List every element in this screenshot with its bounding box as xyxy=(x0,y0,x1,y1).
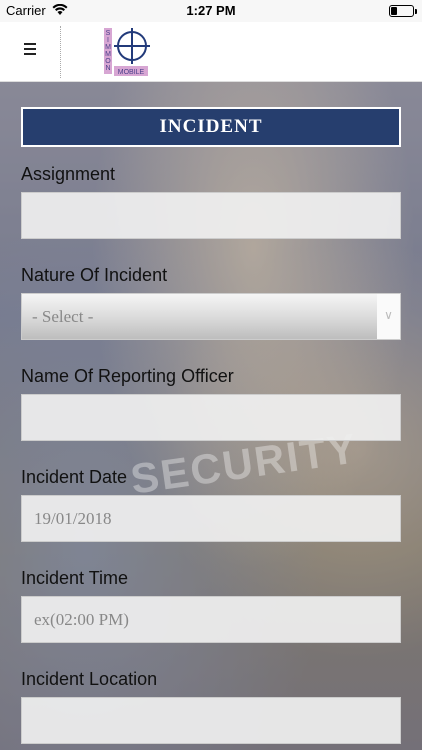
assignment-input[interactable] xyxy=(21,192,401,239)
nature-of-incident-label: Nature Of Incident xyxy=(21,265,168,285)
svg-text:O: O xyxy=(105,58,111,65)
incident-time-input[interactable]: ex(02:00 PM) xyxy=(21,596,401,643)
reporting-officer-input[interactable] xyxy=(21,394,401,441)
battery-icon xyxy=(389,5,417,17)
nature-of-incident-select[interactable]: - Select - ∨ xyxy=(21,293,401,340)
clock: 1:27 PM xyxy=(186,3,236,18)
assignment-label: Assignment xyxy=(21,164,116,184)
app-header: S I M M O N MOBILE xyxy=(0,22,422,82)
incident-form: INCIDENT Assignment Nature Of Incident -… xyxy=(21,107,401,744)
incident-location-label: Incident Location xyxy=(21,669,158,689)
form-title: INCIDENT xyxy=(21,107,401,147)
svg-text:N: N xyxy=(105,65,110,72)
svg-text:S: S xyxy=(106,30,111,37)
reporting-officer-label: Name Of Reporting Officer xyxy=(21,366,234,386)
svg-text:I: I xyxy=(107,37,109,44)
svg-text:M: M xyxy=(105,51,111,58)
svg-text:MOBILE: MOBILE xyxy=(118,69,145,76)
incident-date-input[interactable]: 19/01/2018 xyxy=(21,495,401,542)
hamburger-menu-icon[interactable] xyxy=(20,40,42,62)
simmons-mobile-logo: S I M M O N MOBILE xyxy=(104,28,150,76)
status-bar: Carrier 1:27 PM xyxy=(0,0,422,22)
incident-location-input[interactable] xyxy=(21,697,401,744)
select-value: - Select - xyxy=(32,307,94,326)
chevron-down-icon: ∨ xyxy=(377,294,400,339)
incident-time-label: Incident Time xyxy=(21,568,129,588)
header-divider xyxy=(60,26,61,78)
svg-text:M: M xyxy=(105,44,111,51)
incident-date-label: Incident Date xyxy=(21,467,128,487)
